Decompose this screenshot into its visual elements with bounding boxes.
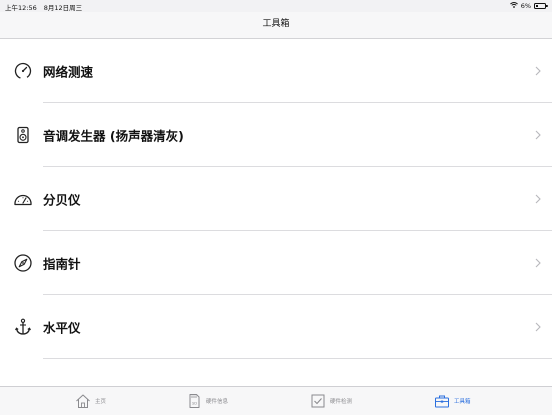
tab-hardware-test[interactable]: 硬件检测 xyxy=(310,387,352,415)
speaker-icon xyxy=(13,125,33,145)
tool-row-decibel-meter[interactable]: 分贝仪 xyxy=(0,167,552,231)
tool-label: 指南针 xyxy=(43,256,81,272)
tool-row-network-speed[interactable]: 网络测速 xyxy=(0,39,552,103)
nav-bar: 工具箱 xyxy=(0,12,552,39)
home-icon xyxy=(75,393,91,409)
status-left: 上午12:56 8月12日周三 xyxy=(5,2,82,12)
tool-row-compass[interactable]: 指南针 xyxy=(0,231,552,295)
anchor-icon xyxy=(13,317,33,337)
chevron-right-icon xyxy=(535,258,541,268)
tab-bar: 主页 SD 硬件信息 硬件检测 工具箱 xyxy=(0,386,552,415)
status-bar: 上午12:56 8月12日周三 6% xyxy=(0,0,552,12)
tab-label: 工具箱 xyxy=(454,399,471,405)
svg-text:SD: SD xyxy=(192,402,197,406)
row-divider xyxy=(43,358,552,359)
tool-label: 水平仪 xyxy=(43,320,81,336)
tool-label: 网络测速 xyxy=(43,64,94,80)
tab-label: 硬件信息 xyxy=(206,399,229,405)
tab-label: 主页 xyxy=(95,399,107,405)
tool-list: 网络测速 音调发生器 (扬声器清灰) 分贝仪 指南针 水平仪 xyxy=(0,39,552,386)
tab-hardware-info[interactable]: SD 硬件信息 xyxy=(186,387,228,415)
wifi-icon xyxy=(509,1,518,10)
tool-label: 音调发生器 (扬声器清灰) xyxy=(43,128,184,144)
page-title: 工具箱 xyxy=(262,19,290,29)
chevron-right-icon xyxy=(535,194,541,204)
chevron-right-icon xyxy=(535,66,541,76)
status-time: 上午12:56 xyxy=(5,4,37,12)
sd-card-icon: SD xyxy=(186,393,202,409)
status-date: 8月12日周三 xyxy=(43,4,83,12)
tab-home[interactable]: 主页 xyxy=(75,387,106,415)
tab-toolbox[interactable]: 工具箱 xyxy=(434,387,471,415)
decibel-meter-icon xyxy=(13,189,33,209)
battery-percent: 6% xyxy=(520,1,531,10)
tab-label: 硬件检测 xyxy=(330,399,353,405)
tool-row-level[interactable]: 水平仪 xyxy=(0,295,552,359)
chevron-right-icon xyxy=(535,130,541,140)
speedometer-icon xyxy=(13,61,33,81)
status-right: 6% xyxy=(509,1,548,10)
tool-row-tone-generator[interactable]: 音调发生器 (扬声器清灰) xyxy=(0,103,552,167)
checkbox-icon xyxy=(310,393,326,409)
tool-label: 分贝仪 xyxy=(43,192,81,208)
battery-icon xyxy=(534,2,548,9)
toolbox-icon xyxy=(434,393,450,409)
compass-icon xyxy=(13,253,33,273)
chevron-right-icon xyxy=(535,322,541,332)
